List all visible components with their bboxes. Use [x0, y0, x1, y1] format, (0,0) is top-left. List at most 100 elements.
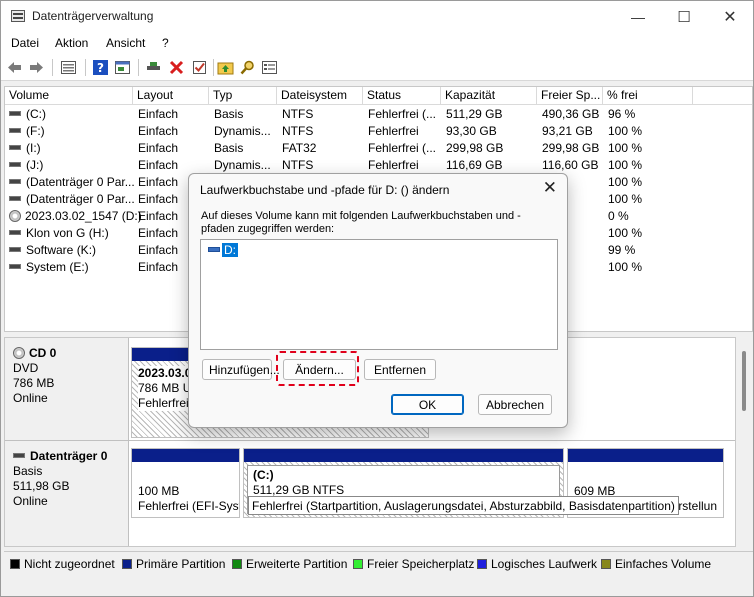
legend-label: Primäre Partition	[136, 557, 226, 571]
window-title: Datenträgerverwaltung	[32, 9, 154, 23]
cell-text: Fehlerfrei (...	[368, 107, 437, 121]
cell-text: 299,98 GB	[542, 141, 600, 155]
cell-text: 0 %	[608, 209, 629, 223]
cell-volume[interactable]: System (E:)	[9, 259, 89, 276]
cell-status: Fehlerfrei	[368, 157, 419, 174]
vertical-scrollbar[interactable]	[736, 337, 753, 547]
minimize-icon: —	[631, 8, 645, 25]
cell-prozent-frei: 96 %	[608, 106, 635, 123]
column-header-layout[interactable]: Layout	[133, 87, 209, 105]
cell-volume[interactable]: (F:)	[9, 123, 45, 140]
cell-layout: Einfach	[138, 123, 178, 140]
efi-partition-size: 100 MB	[138, 484, 180, 498]
cell-volume[interactable]: (J:)	[9, 157, 43, 174]
cancel-button[interactable]: Abbrechen	[478, 394, 552, 415]
legend-swatch	[601, 559, 611, 569]
disk-name-cd0: CD 0	[13, 346, 128, 361]
column-header-freier-speicher[interactable]: Freier Sp...	[537, 87, 603, 105]
forward-arrow-icon[interactable]	[28, 59, 45, 76]
cell-text: 490,36 GB	[542, 107, 600, 121]
menu-ansicht[interactable]: Ansicht	[106, 36, 145, 50]
cell-text: Fehlerfrei	[368, 158, 419, 172]
help-icon[interactable]: ?	[92, 59, 109, 76]
cell-volume[interactable]: (Datenträger 0 Par...	[9, 174, 135, 191]
menu-bar: Datei Aktion Ansicht ?	[1, 32, 753, 54]
folder-up-icon[interactable]	[217, 59, 234, 76]
delete-icon[interactable]	[168, 59, 185, 76]
disk-label-cd0[interactable]: CD 0 DVD 786 MB Online	[5, 338, 129, 440]
check-icon[interactable]	[191, 59, 208, 76]
legend-bar: Nicht zugeordnet Primäre Partition Erwei…	[4, 551, 753, 573]
cell-volume[interactable]: 2023.03.02_1547 (D:)	[9, 208, 142, 225]
column-header-status[interactable]: Status	[363, 87, 441, 105]
cell-prozent-frei: 100 %	[608, 123, 642, 140]
cell-text: 2023.03.02_1547 (D:)	[25, 209, 142, 223]
cell-volume[interactable]: Klon von G (H:)	[9, 225, 109, 242]
cell-text: 100 %	[608, 175, 643, 189]
volume-icon	[9, 247, 21, 253]
cd0-partition-size: 786 MB UI	[138, 381, 195, 396]
cell-volume[interactable]: (I:)	[9, 140, 41, 157]
maximize-icon: ☐	[677, 8, 691, 26]
cell-text: 100 %	[608, 141, 643, 155]
cell-freier-speicher: 116,60 GB	[542, 157, 598, 174]
list-view-icon[interactable]	[60, 59, 77, 76]
drive-path-item[interactable]: D:	[208, 243, 238, 258]
cell-text: 99 %	[608, 243, 636, 257]
ok-button[interactable]: OK	[391, 394, 464, 415]
toolbar: ?	[1, 54, 753, 81]
cell-layout: Einfach	[138, 106, 178, 123]
cell-volume[interactable]: Software (K:)	[9, 242, 96, 259]
partition-efi[interactable]: 100 MB Fehlerfrei (EFI-Syst	[131, 448, 240, 518]
scrollbar-thumb[interactable]	[742, 351, 746, 411]
minimize-button[interactable]: —	[615, 1, 661, 32]
cell-volume[interactable]: (Datenträger 0 Par...	[9, 191, 135, 208]
disk-label-disk0[interactable]: Datenträger 0 Basis 511,98 GB Online	[5, 441, 129, 546]
cell-text: 511,29 GB	[446, 107, 503, 121]
drive-path-list[interactable]: D:	[200, 239, 558, 350]
settings-list-icon[interactable]	[261, 59, 278, 76]
cell-text: FAT32	[282, 141, 317, 155]
cell-text: NTFS	[282, 107, 314, 121]
cell-prozent-frei: 100 %	[608, 140, 642, 157]
connect-icon[interactable]	[145, 59, 162, 76]
cell-status: Fehlerfrei (...	[368, 106, 436, 123]
cell-layout: Einfach	[138, 174, 178, 191]
add-button[interactable]: Hinzufügen...	[202, 359, 280, 380]
cell-text: System (E:)	[26, 260, 89, 274]
cell-text: Fehlerfrei	[368, 124, 419, 138]
cell-text: Basis	[214, 141, 244, 155]
cell-volume[interactable]: (C:)	[9, 106, 46, 123]
column-header-dateisystem[interactable]: Dateisystem	[277, 87, 363, 105]
volume-icon	[9, 145, 21, 151]
volume-icon	[9, 264, 21, 270]
back-arrow-icon[interactable]	[6, 59, 23, 76]
cell-text: 116,69 GB	[446, 158, 503, 172]
cell-text: Dynamis...	[214, 124, 271, 138]
dialog-close-button[interactable]: ✕	[543, 178, 557, 198]
column-header-kapazitaet[interactable]: Kapazität	[441, 87, 537, 105]
maximize-button[interactable]: ☐	[661, 1, 707, 32]
menu-datei[interactable]: Datei	[11, 36, 39, 50]
column-header-typ[interactable]: Typ	[209, 87, 277, 105]
cell-typ: Dynamis...	[214, 123, 271, 140]
menu-aktion[interactable]: Aktion	[55, 36, 88, 50]
remove-button[interactable]: Entfernen	[364, 359, 436, 380]
column-header-volume[interactable]: Volume	[5, 87, 133, 105]
cell-text: Einfach	[138, 260, 179, 274]
close-window-button[interactable]: ✕	[707, 1, 753, 32]
properties-icon[interactable]	[114, 59, 131, 76]
cell-kapazitaet: 299,98 GB	[446, 140, 503, 157]
menu-help[interactable]: ?	[162, 36, 169, 50]
search-icon[interactable]	[239, 59, 256, 76]
cell-status: Fehlerfrei	[368, 123, 419, 140]
cell-prozent-frei: 100 %	[608, 225, 642, 242]
change-drive-letter-dialog: Laufwerkbuchstabe und -pfade für D: () ä…	[188, 173, 568, 428]
cell-text: Einfach	[138, 226, 179, 240]
column-header-prozent-frei[interactable]: % frei	[603, 87, 693, 105]
svg-text:?: ?	[97, 61, 104, 75]
cell-text: Klon von G (H:)	[26, 226, 109, 240]
cell-layout: Einfach	[138, 242, 178, 259]
hard-disk-icon	[13, 453, 25, 459]
toolbar-separator	[85, 59, 86, 76]
